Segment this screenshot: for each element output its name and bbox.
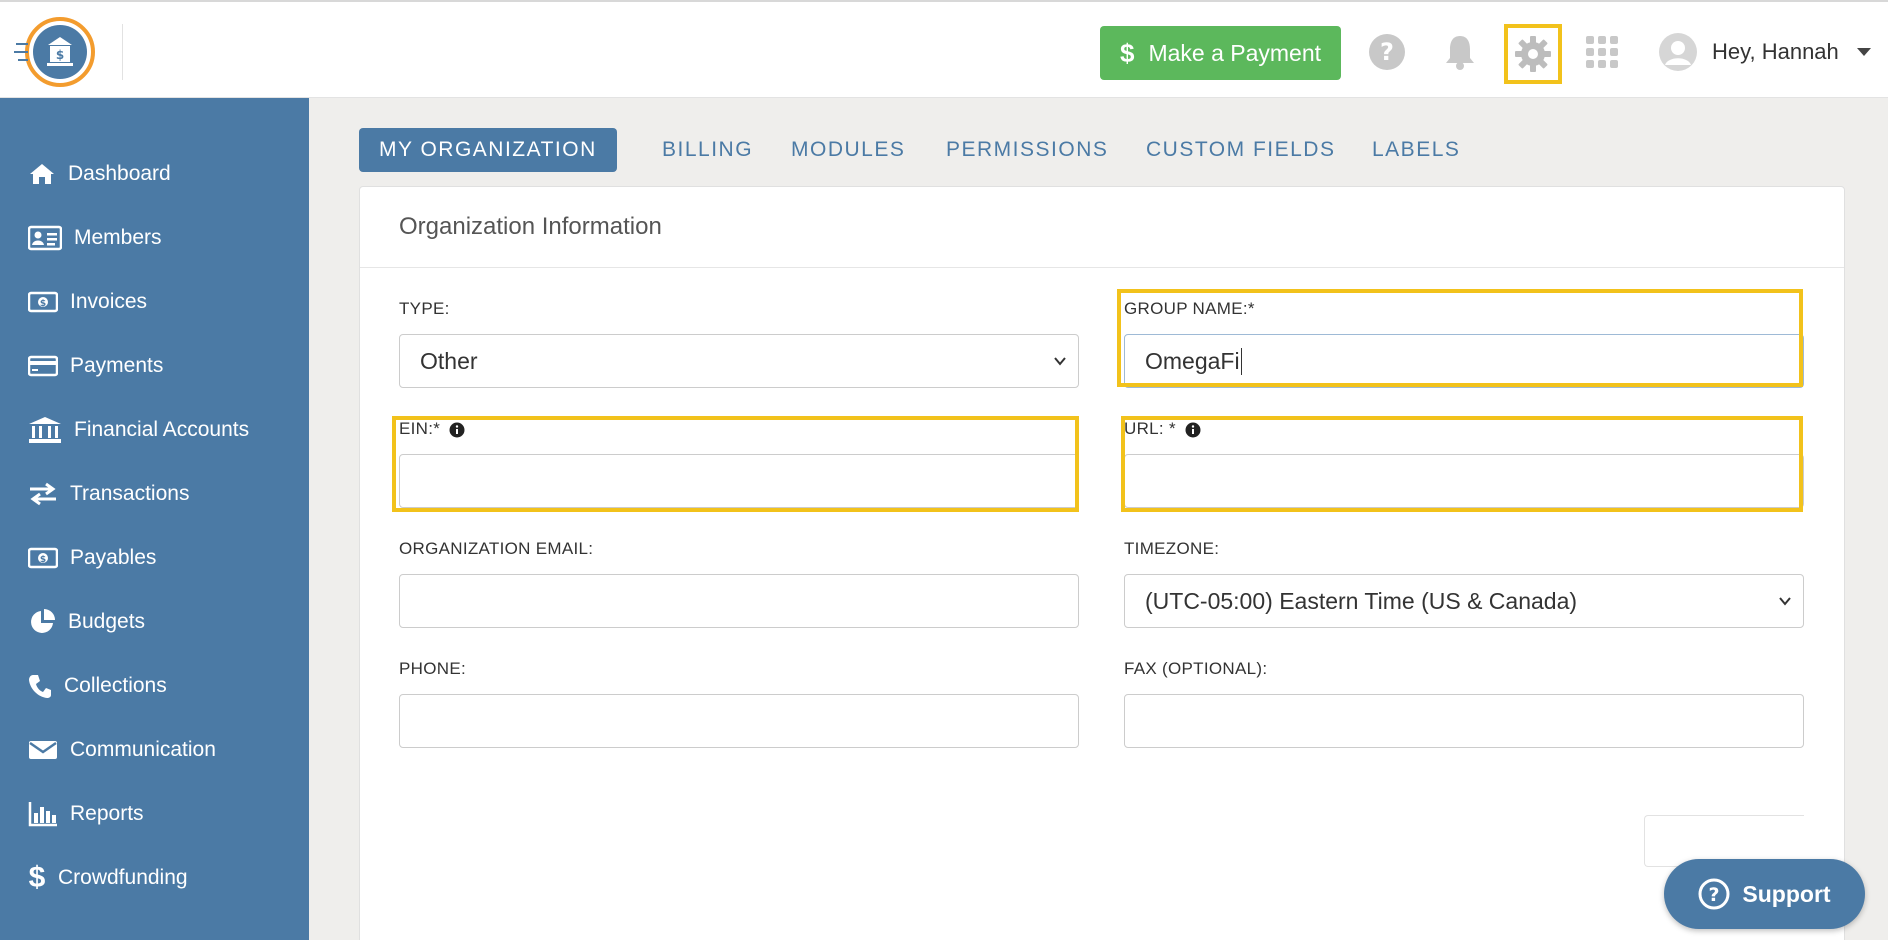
money-bill-icon: $ <box>28 291 58 313</box>
svg-text:$: $ <box>40 299 46 309</box>
svg-text:$: $ <box>56 48 64 62</box>
sidebar-item-label: Payments <box>70 354 164 377</box>
envelope-icon <box>29 741 57 759</box>
exchange-icon <box>30 482 56 506</box>
svg-text:$: $ <box>40 555 46 565</box>
timezone-select-value: (UTC-05:00) Eastern Time (US & Canada) <box>1145 587 1578 614</box>
sidebar-item-label: Crowdfunding <box>58 866 188 889</box>
dollar-icon: $ <box>28 861 46 894</box>
sidebar-item-label: Transactions <box>70 482 190 505</box>
sidebar-item-invoices[interactable]: $ Invoices <box>28 282 147 322</box>
fax-label: FAX (OPTIONAL): <box>1124 659 1268 678</box>
group-name-value: OmegaFi <box>1145 347 1242 375</box>
sidebar-item-reports[interactable]: Reports <box>28 794 144 834</box>
url-label: URL: * <box>1124 419 1176 438</box>
url-input[interactable] <box>1124 454 1804 508</box>
svg-text:?: ? <box>1380 38 1394 66</box>
dollar-icon: $ <box>1119 37 1135 68</box>
ein-input[interactable] <box>399 454 1079 508</box>
phone-label: PHONE: <box>399 659 466 678</box>
sidebar-item-dashboard[interactable]: Dashboard <box>28 154 171 194</box>
svg-text:?: ? <box>1709 884 1720 906</box>
tab-modules[interactable]: MODULES <box>791 128 905 172</box>
type-select-value: Other <box>420 347 478 374</box>
sidebar-item-budgets[interactable]: Budgets <box>28 602 145 642</box>
chevron-down-icon <box>1779 597 1791 606</box>
support-button[interactable]: ? Support <box>1664 859 1865 929</box>
divider <box>360 267 1844 268</box>
sidebar-item-members[interactable]: Members <box>28 218 162 258</box>
make-payment-button[interactable]: $ Make a Payment <box>1100 26 1341 80</box>
sidebar-item-label: Dashboard <box>68 162 171 185</box>
tab-permissions[interactable]: PERMISSIONS <box>946 128 1108 172</box>
group-name-input[interactable]: OmegaFi <box>1124 334 1804 388</box>
gear-icon <box>1515 36 1551 72</box>
avatar <box>1659 33 1697 71</box>
home-icon <box>30 164 54 184</box>
chevron-down-icon <box>1054 357 1066 366</box>
info-icon[interactable] <box>449 422 465 438</box>
settings-gear-button[interactable] <box>1504 24 1562 84</box>
fax-input[interactable] <box>1124 694 1804 748</box>
timezone-label: TIMEZONE: <box>1124 539 1220 558</box>
sidebar-item-collections[interactable]: Collections <box>28 666 167 706</box>
type-select[interactable]: Other <box>399 334 1079 388</box>
sidebar-item-financial-accounts[interactable]: Financial Accounts <box>28 410 249 450</box>
ein-label-wrap: EIN:* <box>399 419 465 439</box>
sidebar-item-label: Reports <box>70 802 144 825</box>
sidebar-item-label: Members <box>74 226 162 249</box>
top-header: $ $ Make a Payment ? Hey, Hannah <box>0 0 1888 98</box>
make-payment-label: Make a Payment <box>1148 39 1322 66</box>
tab-labels[interactable]: LABELS <box>1372 128 1460 172</box>
money-bill-icon: $ <box>28 547 58 569</box>
support-label: Support <box>1742 880 1831 907</box>
phone-icon <box>29 675 51 698</box>
bar-chart-icon <box>28 802 57 827</box>
group-name-label: GROUP NAME:* <box>1124 299 1255 318</box>
credit-card-icon <box>28 355 58 377</box>
sidebar-item-label: Collections <box>64 674 167 697</box>
logo[interactable]: $ <box>14 14 98 90</box>
bell-icon[interactable] <box>1440 32 1480 72</box>
type-label: TYPE: <box>399 299 450 318</box>
sidebar-item-transactions[interactable]: Transactions <box>28 474 189 514</box>
timezone-select[interactable]: (UTC-05:00) Eastern Time (US & Canada) <box>1124 574 1804 628</box>
tab-custom-fields[interactable]: CUSTOM FIELDS <box>1146 128 1335 172</box>
sidebar-item-payments[interactable]: Payments <box>28 346 163 386</box>
sidebar-item-label: Budgets <box>68 610 146 633</box>
bank-icon <box>29 417 61 443</box>
phone-input[interactable] <box>399 694 1079 748</box>
info-icon[interactable] <box>1185 422 1201 438</box>
tab-billing[interactable]: BILLING <box>662 128 753 172</box>
user-greeting: Hey, Hannah <box>1712 39 1839 64</box>
card-title: Organization Information <box>399 213 662 240</box>
apps-grid-icon[interactable] <box>1582 32 1622 72</box>
org-email-label: ORGANIZATION EMAIL: <box>399 539 594 558</box>
help-icon: ? <box>1698 878 1730 910</box>
sidebar-item-communication[interactable]: Communication <box>28 730 216 770</box>
url-label-wrap: URL: * <box>1124 419 1201 439</box>
sidebar-item-payables[interactable]: $ Payables <box>28 538 156 578</box>
sidebar-item-label: Invoices <box>70 290 148 313</box>
ein-label: EIN:* <box>399 419 441 438</box>
sidebar-item-label: Payables <box>70 546 157 569</box>
sidebar-item-crowdfunding[interactable]: $ Crowdfunding <box>28 858 188 898</box>
org-email-input[interactable] <box>399 574 1079 628</box>
organization-info-card: Organization Information <box>359 186 1845 940</box>
sidebar-item-label: Financial Accounts <box>74 418 250 441</box>
sidebar: Dashboard Members $ Invoices Payments Fi… <box>0 98 309 940</box>
header-divider <box>122 24 123 80</box>
chevron-down-icon <box>1856 48 1871 56</box>
sidebar-item-label: Communication <box>70 738 216 761</box>
help-icon[interactable]: ? <box>1367 32 1407 72</box>
user-menu[interactable]: Hey, Hannah <box>1658 30 1871 74</box>
pie-chart-icon <box>31 609 55 633</box>
id-card-icon <box>28 225 62 251</box>
tab-my-organization[interactable]: MY ORGANIZATION <box>359 128 617 172</box>
